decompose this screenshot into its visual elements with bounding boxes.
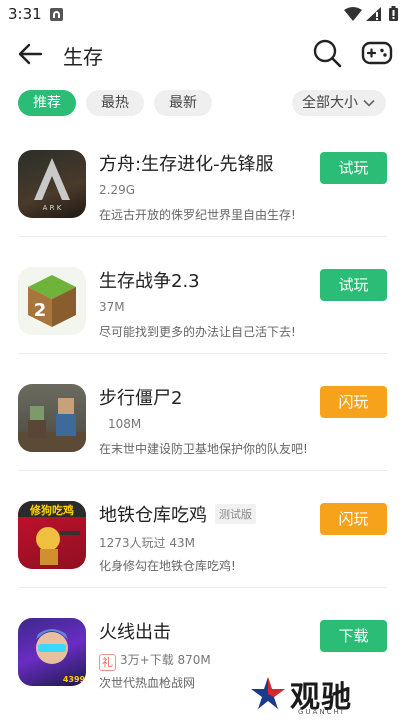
watermark-logo: 观驰 GUANCHI: [250, 672, 370, 717]
game-meta-wrapper: 礼 3万+下载 870M: [99, 651, 211, 671]
star-logo-icon: [251, 677, 285, 709]
size-filter-select[interactable]: 全部大小: [292, 90, 386, 116]
size-filter-label: 全部大小: [302, 95, 358, 111]
game-row[interactable]: 步行僵尸2 108M 在末世中建设防卫基地保护你的队友吧! 闪玩: [0, 354, 405, 471]
game-row[interactable]: A R K 方舟:生存进化-先锋服 2.29G 在远古开放的侏罗纪世界里自由生存…: [0, 120, 405, 237]
try-play-button[interactable]: 试玩: [320, 152, 387, 184]
game-meta: 108M: [108, 417, 142, 431]
game-description: 尽可能找到更多的办法让自己活下去!: [99, 325, 296, 339]
instant-play-button[interactable]: 闪玩: [320, 386, 387, 418]
tab-recommended[interactable]: 推荐: [18, 90, 76, 116]
gamepad-icon[interactable]: [361, 38, 393, 68]
try-play-button[interactable]: 试玩: [320, 269, 387, 301]
walking-zombie-icon: [18, 384, 86, 452]
tab-hottest[interactable]: 最热: [86, 90, 144, 116]
game-description: 次世代热血枪战网: [99, 676, 196, 690]
subway-chicken-icon: 修狗吃鸡: [18, 501, 86, 569]
game-description: 在远古开放的侏罗纪世界里自由生存!: [99, 208, 296, 222]
beta-tag: 测试版: [215, 504, 256, 524]
game-row[interactable]: 2 生存战争2.3 37M 尽可能找到更多的办法让自己活下去! 试玩: [0, 237, 405, 354]
filter-row: 推荐 最热 最新 全部大小: [0, 88, 405, 120]
page-title: 生存: [63, 45, 103, 69]
game-name: 步行僵尸2: [99, 388, 183, 409]
gift-tag: 礼: [99, 654, 116, 671]
instant-play-button[interactable]: 闪玩: [320, 503, 387, 535]
status-bar: 3:31: [0, 0, 405, 28]
notification-a-icon: [50, 8, 63, 21]
search-icon[interactable]: [312, 38, 342, 68]
fire-strike-icon: 4399: [18, 618, 86, 686]
game-name: 火线出击: [99, 622, 171, 643]
game-name: 地铁仓库吃鸡: [99, 505, 207, 526]
game-meta: 1273人玩过 43M: [99, 536, 195, 550]
game-description: 化身修勾在地铁仓库吃鸡!: [99, 559, 236, 573]
back-arrow-icon[interactable]: [16, 40, 44, 68]
wifi-icon: [344, 7, 362, 21]
game-name-wrapper: 地铁仓库吃鸡 测试版: [99, 501, 256, 527]
signal-icon: [366, 7, 381, 21]
icon-text: 修狗吃鸡: [29, 503, 74, 517]
battery-icon: [389, 6, 398, 21]
tab-newest[interactable]: 最新: [154, 90, 212, 116]
game-meta: 2.29G: [99, 183, 136, 197]
game-meta: 37M: [99, 300, 125, 314]
game-meta: 3万+下载 870M: [120, 653, 211, 667]
svg-text:A R K: A R K: [43, 204, 62, 212]
game-description: 在末世中建设防卫基地保护你的队友吧!: [99, 442, 308, 456]
survivalcraft-icon: 2: [18, 267, 86, 335]
icon-text: 4399: [63, 675, 86, 684]
game-name: 方舟:生存进化-先锋服: [99, 154, 274, 175]
watermark-subtext: GUANCHI: [298, 708, 345, 716]
ark-icon: A R K: [18, 150, 86, 218]
game-name: 生存战争2.3: [99, 271, 200, 292]
chevron-down-icon: [363, 99, 375, 107]
game-row[interactable]: 修狗吃鸡 地铁仓库吃鸡 测试版 1273人玩过 43M 化身修勾在地铁仓库吃鸡! …: [0, 471, 405, 588]
download-button[interactable]: 下载: [320, 620, 387, 652]
app-bar: 生存: [0, 28, 405, 80]
status-time: 3:31: [8, 5, 42, 23]
svg-text:2: 2: [34, 300, 47, 321]
